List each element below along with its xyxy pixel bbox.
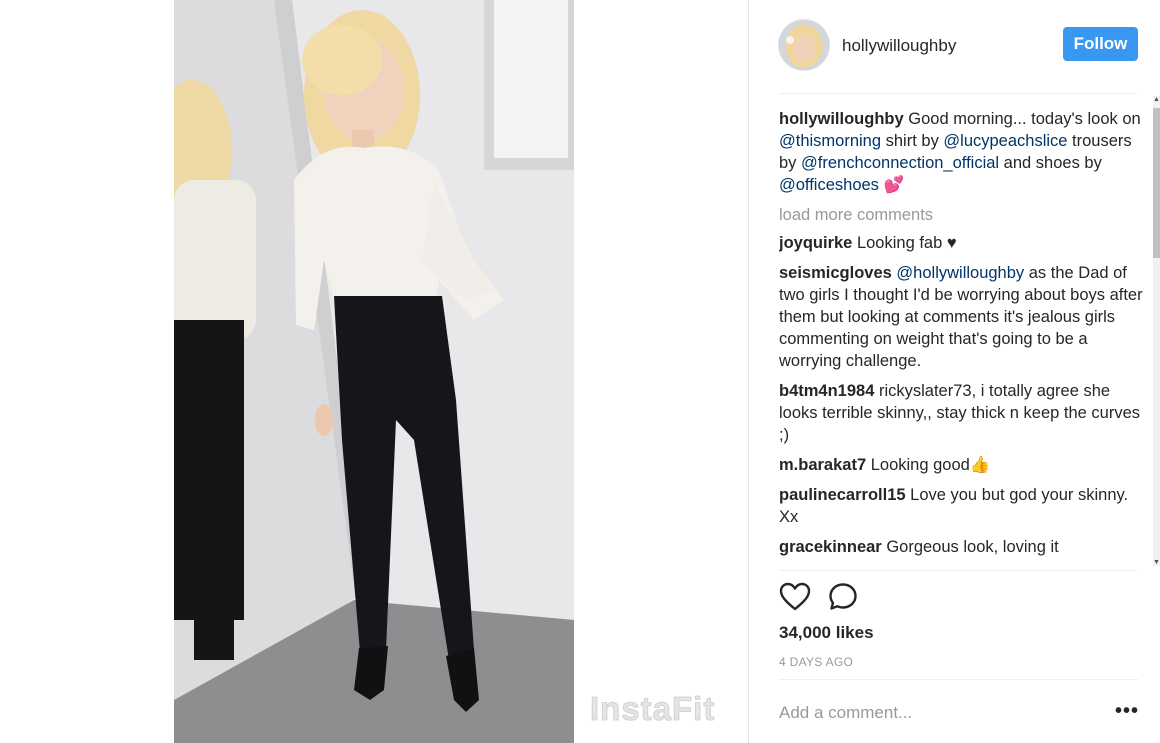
post-header: hollywilloughby Follow — [779, 18, 1138, 76]
comment-username[interactable]: m.barakat7 — [779, 456, 866, 474]
caption-text: Good morning... today's look on — [903, 110, 1141, 128]
mention-link[interactable]: @lucypeachslice — [943, 132, 1067, 150]
mention-link[interactable]: @hollywilloughby — [896, 264, 1024, 282]
comment-username[interactable]: gracekinnear — [779, 538, 882, 556]
action-bar — [779, 582, 879, 612]
comment-item: b4tm4n1984 rickyslater73, i totally agre… — [779, 380, 1149, 446]
load-more-comments-link[interactable]: load more comments — [779, 204, 1149, 226]
comment-username[interactable]: joyquirke — [779, 234, 852, 252]
mention-link[interactable]: @thismorning — [779, 132, 881, 150]
speech-bubble-icon[interactable] — [828, 582, 860, 612]
watermark-text: InstaFit — [589, 690, 716, 728]
comment-item: joyquirke Looking fab ♥ — [779, 232, 1149, 254]
comment-text: Gorgeous look, loving it — [881, 538, 1059, 556]
comment-box-divider — [779, 679, 1138, 680]
photo-illustration — [174, 0, 574, 743]
heart-outline-icon[interactable] — [779, 582, 811, 612]
caption-text: and shoes by — [999, 154, 1102, 172]
post-username[interactable]: hollywilloughby — [842, 36, 956, 56]
comment-item: seismicgloves @hollywilloughby as the Da… — [779, 262, 1149, 372]
likes-count[interactable]: 34,000 likes — [779, 623, 874, 643]
post-timestamp[interactable]: 4 DAYS AGO — [779, 655, 853, 669]
comment-text: Looking fab ♥ — [852, 234, 957, 252]
scroll-down-icon[interactable]: ▼ — [1153, 559, 1160, 566]
more-options-icon[interactable]: ••• — [1115, 700, 1139, 723]
add-comment-input[interactable] — [779, 700, 1099, 726]
comment-text: Looking good👍 — [866, 456, 991, 474]
caption-username[interactable]: hollywilloughby — [779, 110, 904, 128]
caption: hollywilloughby Good morning... today's … — [779, 108, 1149, 196]
comment-username[interactable]: seismicgloves — [779, 264, 892, 282]
scroll-up-icon[interactable]: ▲ — [1153, 96, 1160, 103]
hearts-emoji: 💕 — [883, 176, 905, 194]
avatar-image — [779, 20, 829, 70]
caption-text: shirt by — [881, 132, 944, 150]
post-details-pane: hollywilloughby Follow hollywilloughby G… — [749, 0, 1160, 743]
comment-item: paulinecarroll15 Love you but god your s… — [779, 484, 1149, 528]
media-pane: InstaFit — [0, 0, 749, 743]
actions-divider — [779, 570, 1138, 571]
comment-username[interactable]: paulinecarroll15 — [779, 486, 906, 504]
header-divider — [779, 93, 1138, 94]
post-photo[interactable] — [174, 0, 574, 743]
comments-scrollbar[interactable]: ▲ ▼ — [1153, 96, 1160, 566]
mention-link[interactable]: @frenchconnection_official — [801, 154, 999, 172]
scrollbar-thumb[interactable] — [1153, 108, 1160, 258]
follow-button[interactable]: Follow — [1063, 27, 1138, 61]
comment-item: m.barakat7 Looking good👍 — [779, 454, 1149, 476]
comment-username[interactable]: b4tm4n1984 — [779, 382, 874, 400]
avatar[interactable] — [779, 20, 829, 70]
comments-list[interactable]: hollywilloughby Good morning... today's … — [779, 108, 1149, 568]
mention-link[interactable]: @officeshoes — [779, 176, 879, 194]
comment-item: gracekinnear Gorgeous look, loving it — [779, 536, 1149, 558]
